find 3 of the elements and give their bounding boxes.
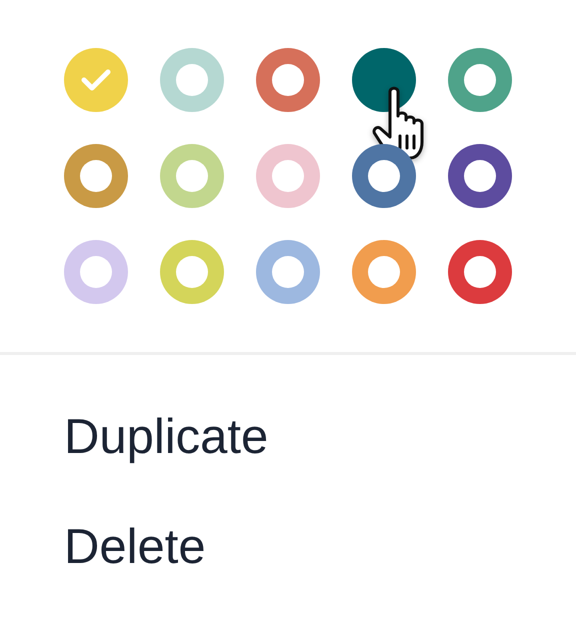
menu-item[interactable]: Delete: [64, 492, 576, 602]
checkmark-icon: [81, 68, 111, 92]
menu-item[interactable]: Duplicate: [64, 382, 576, 492]
